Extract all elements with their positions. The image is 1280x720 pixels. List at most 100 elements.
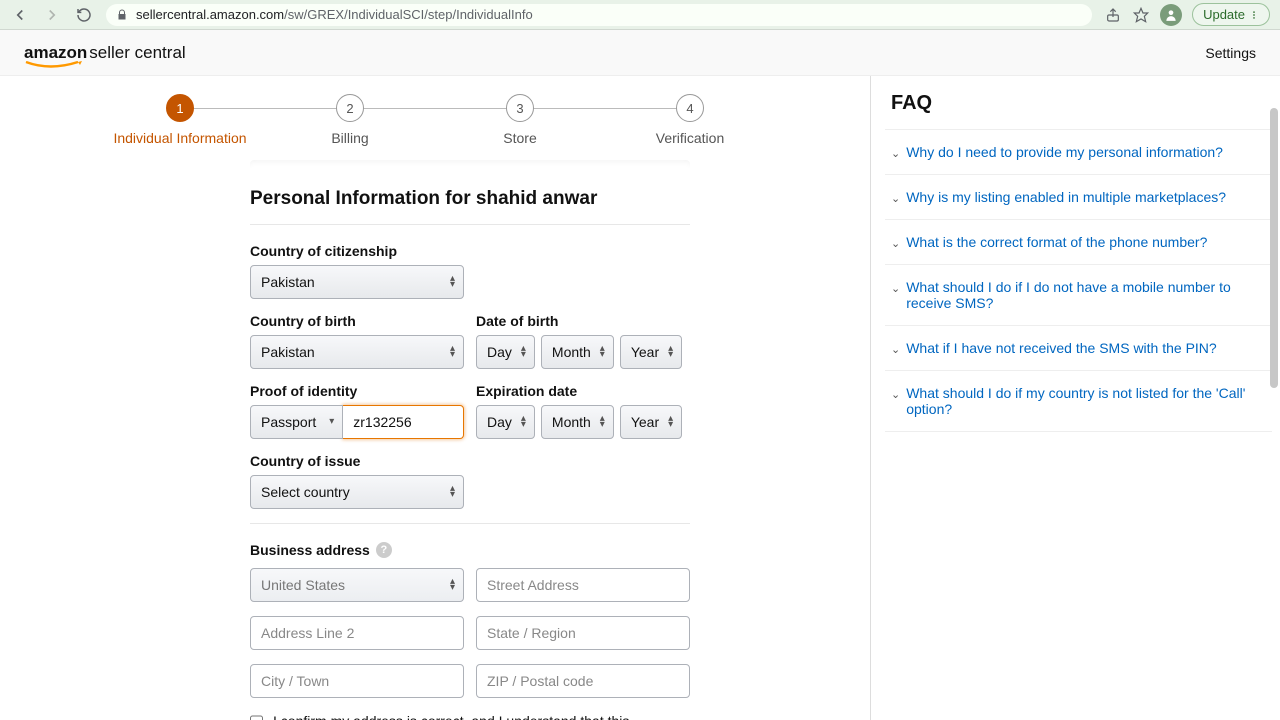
divider	[250, 224, 690, 225]
zip-input[interactable]	[476, 664, 690, 698]
faq-sidebar: FAQ ⌄ Why do I need to provide my persona…	[870, 76, 1280, 720]
address-country-select[interactable]: United States ▴▾	[250, 568, 464, 602]
label-dob: Date of birth	[476, 313, 690, 329]
update-button[interactable]: Update	[1192, 3, 1270, 26]
birth-country-select[interactable]: Pakistan ▴▾	[250, 335, 464, 369]
divider	[250, 523, 690, 524]
step-label: Billing	[331, 130, 368, 146]
select-value: Select country	[261, 484, 350, 500]
settings-link[interactable]: Settings	[1205, 45, 1256, 61]
back-button[interactable]	[10, 5, 30, 25]
proof-number-input[interactable]	[343, 405, 464, 439]
logo-seller-central: seller central	[89, 43, 185, 63]
star-icon[interactable]	[1132, 6, 1150, 24]
chevron-updown-icon: ▴▾	[668, 346, 673, 358]
issue-country-select[interactable]: Select country ▴▾	[250, 475, 464, 509]
business-address-header: Business address ?	[250, 542, 690, 558]
faq-link: Why is my listing enabled in multiple ma…	[906, 189, 1226, 205]
confirm-address-row: I confirm my address is correct, and I u…	[250, 712, 690, 720]
label-issue-country: Country of issue	[250, 453, 464, 469]
chevron-updown-icon: ▴▾	[450, 276, 455, 288]
select-value: United States	[261, 577, 345, 593]
chevron-updown-icon: ▴▾	[600, 416, 605, 428]
chevron-down-icon: ⌄	[891, 147, 900, 160]
chevron-down-icon: ⌄	[891, 192, 900, 205]
url-host: sellercentral.amazon.com/sw/GREX/Individ…	[136, 7, 533, 22]
kebab-icon	[1249, 10, 1259, 20]
browser-actions: Update	[1104, 3, 1270, 26]
step-store[interactable]: 3 Store	[435, 94, 605, 146]
chevron-updown-icon: ▴▾	[600, 346, 605, 358]
main-content: 1 Individual Information 2 Billing 3 Sto…	[0, 76, 870, 720]
page-title: Personal Information for shahid anwar	[250, 188, 690, 210]
logo-amazon: amazon	[24, 43, 87, 62]
faq-item[interactable]: ⌄ What should I do if my country is not l…	[885, 370, 1272, 432]
label-expiration: Expiration date	[476, 383, 690, 399]
step-individual-information[interactable]: 1 Individual Information	[95, 94, 265, 146]
step-verification[interactable]: 4 Verification	[605, 94, 775, 146]
chevron-down-icon: ⌄	[891, 388, 900, 401]
faq-item[interactable]: ⌄ What is the correct format of the phone…	[885, 219, 1272, 264]
chevron-down-icon: ⌄	[891, 237, 900, 250]
reload-button[interactable]	[74, 5, 94, 25]
step-number: 2	[336, 94, 364, 122]
label-birth-country: Country of birth	[250, 313, 464, 329]
faq-item[interactable]: ⌄ Why do I need to provide my personal in…	[885, 129, 1272, 174]
dob-year-select[interactable]: Year▴▾	[620, 335, 682, 369]
scrollbar[interactable]	[1270, 108, 1278, 388]
address-line2-input[interactable]	[250, 616, 464, 650]
chevron-down-icon: ⌄	[891, 282, 900, 295]
chevron-updown-icon: ▴▾	[450, 346, 455, 358]
chevron-updown-icon: ▴▾	[668, 416, 673, 428]
street-address-input[interactable]	[476, 568, 690, 602]
select-value: Pakistan	[261, 274, 315, 290]
faq-link: What is the correct format of the phone …	[906, 234, 1207, 250]
faq-item[interactable]: ⌄ Why is my listing enabled in multiple m…	[885, 174, 1272, 219]
faq-title: FAQ	[891, 92, 1272, 115]
amazon-seller-central-logo[interactable]: amazon seller central	[24, 43, 186, 63]
help-icon[interactable]: ?	[376, 542, 392, 558]
step-number: 4	[676, 94, 704, 122]
profile-avatar[interactable]	[1160, 4, 1182, 26]
chevron-updown-icon: ▴▾	[450, 486, 455, 498]
label-proof: Proof of identity	[250, 383, 464, 399]
site-header: amazon seller central Settings	[0, 30, 1280, 76]
proof-type-select[interactable]: Passport ▾	[250, 405, 343, 439]
chevron-updown-icon: ▴▾	[450, 579, 455, 591]
exp-month-select[interactable]: Month▴▾	[541, 405, 614, 439]
faq-link: What should I do if my country is not li…	[906, 385, 1266, 417]
city-input[interactable]	[250, 664, 464, 698]
address-bar[interactable]: sellercentral.amazon.com/sw/GREX/Individ…	[106, 4, 1092, 26]
share-icon[interactable]	[1104, 6, 1122, 24]
faq-link: What if I have not received the SMS with…	[906, 340, 1216, 356]
step-number: 3	[506, 94, 534, 122]
chevron-updown-icon: ▴▾	[521, 346, 526, 358]
forward-button[interactable]	[42, 5, 62, 25]
confirm-address-text: I confirm my address is correct, and I u…	[273, 712, 690, 720]
confirm-address-checkbox[interactable]	[250, 715, 263, 720]
faq-item[interactable]: ⌄ What should I do if I do not have a mob…	[885, 264, 1272, 325]
exp-day-select[interactable]: Day▴▾	[476, 405, 535, 439]
chevron-down-icon: ▾	[329, 419, 334, 425]
step-billing[interactable]: 2 Billing	[265, 94, 435, 146]
state-region-input[interactable]	[476, 616, 690, 650]
browser-toolbar: sellercentral.amazon.com/sw/GREX/Individ…	[0, 0, 1280, 30]
exp-year-select[interactable]: Year▴▾	[620, 405, 682, 439]
label-citizenship: Country of citizenship	[250, 243, 464, 259]
citizenship-select[interactable]: Pakistan ▴▾	[250, 265, 464, 299]
step-label: Individual Information	[113, 130, 246, 146]
step-label: Store	[503, 130, 536, 146]
dob-month-select[interactable]: Month▴▾	[541, 335, 614, 369]
dob-day-select[interactable]: Day▴▾	[476, 335, 535, 369]
smile-icon	[24, 61, 82, 69]
chevron-updown-icon: ▴▾	[521, 416, 526, 428]
select-value: Pakistan	[261, 344, 315, 360]
faq-item[interactable]: ⌄ What if I have not received the SMS wit…	[885, 325, 1272, 370]
faq-link: Why do I need to provide my personal inf…	[906, 144, 1223, 160]
step-number: 1	[166, 94, 194, 122]
chevron-down-icon: ⌄	[891, 343, 900, 356]
faq-link: What should I do if I do not have a mobi…	[906, 279, 1266, 311]
step-label: Verification	[656, 130, 724, 146]
update-label: Update	[1203, 7, 1245, 22]
select-value: Passport	[261, 414, 316, 430]
